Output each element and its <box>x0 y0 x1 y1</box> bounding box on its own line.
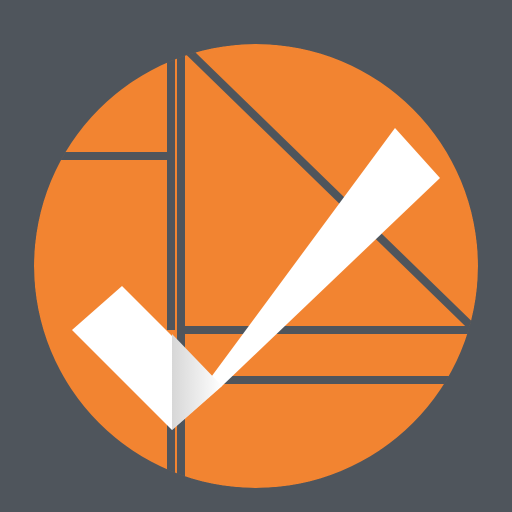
app-icon <box>0 0 512 512</box>
checkmark-play-logo-icon <box>0 0 512 512</box>
